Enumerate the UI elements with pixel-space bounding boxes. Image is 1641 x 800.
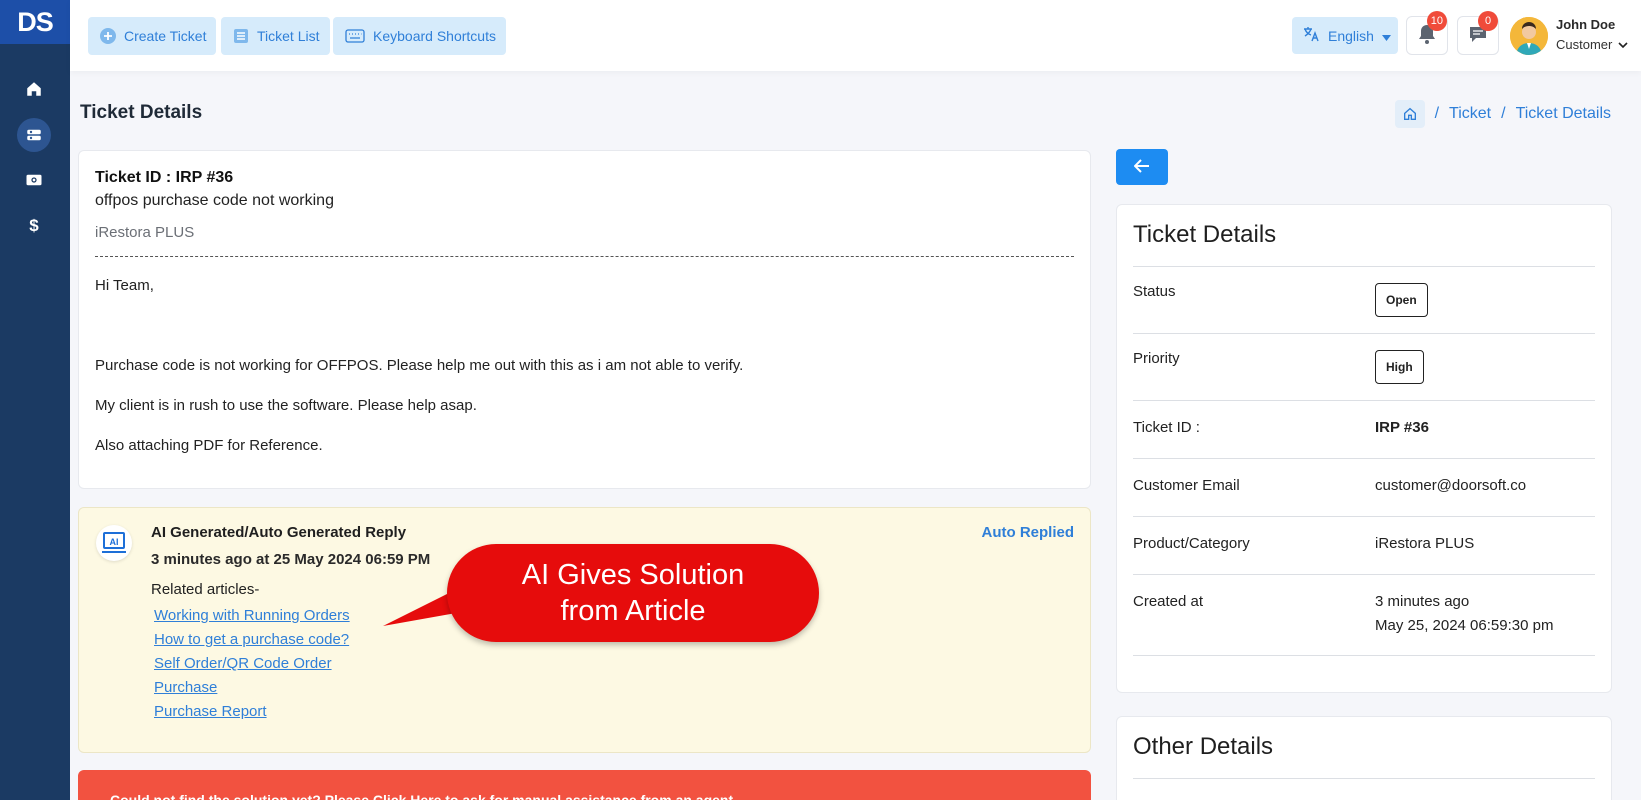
ai-icon-text: AI xyxy=(110,537,119,547)
auto-replied-status: Auto Replied xyxy=(981,524,1075,541)
list-icon xyxy=(233,28,249,44)
customer-email-label: Customer Email xyxy=(1133,477,1240,494)
topbar: Create Ticket Ticket List Keyboard Short… xyxy=(70,0,1641,71)
related-articles-list: Working with Running Orders How to get a… xyxy=(154,604,350,724)
create-ticket-label: Create Ticket xyxy=(124,28,207,44)
keyboard-icon xyxy=(345,28,365,44)
chevron-down-icon xyxy=(1618,37,1628,52)
article-link[interactable]: Working with Running Orders xyxy=(154,604,350,628)
breadcrumb: / Ticket / Ticket Details xyxy=(1394,100,1611,128)
messages-button[interactable]: 0 xyxy=(1457,11,1499,55)
sidebar: DS $ xyxy=(0,0,70,800)
page-title: Ticket Details xyxy=(80,102,203,123)
status-label: Status xyxy=(1133,283,1176,300)
billing-nav-icon[interactable]: $ xyxy=(17,209,51,243)
priority-row: Priority High xyxy=(1133,334,1595,401)
ticket-id-label: Ticket ID : xyxy=(1133,419,1200,436)
related-articles-label: Related articles- xyxy=(151,581,260,598)
keyboard-shortcuts-button[interactable]: Keyboard Shortcuts xyxy=(333,17,506,55)
article-link[interactable]: Purchase Report xyxy=(154,700,350,724)
ticket-id-row: Ticket ID : IRP #36 xyxy=(1133,401,1595,459)
avatar[interactable] xyxy=(1510,17,1548,55)
product-label: Product/Category xyxy=(1133,535,1250,552)
ticket-body-line: Purchase code is not working for OFFPOS.… xyxy=(95,357,744,374)
tickets-nav-icon[interactable] xyxy=(17,118,51,152)
created-row: Created at 3 minutes ago May 25, 2024 06… xyxy=(1133,575,1595,656)
divider xyxy=(95,256,1074,257)
user-role: Customer xyxy=(1556,37,1613,52)
details-title: Ticket Details xyxy=(1133,205,1595,267)
created-value: May 25, 2024 06:59:30 pm xyxy=(1375,617,1554,634)
payments-nav-icon[interactable] xyxy=(17,163,51,197)
caret-down-icon xyxy=(1381,28,1391,44)
customer-email-row: Customer Email customer@doorsoft.co xyxy=(1133,459,1595,517)
other-details-title: Other Details xyxy=(1133,717,1595,779)
messages-badge: 0 xyxy=(1478,11,1498,31)
ai-reply-title: AI Generated/Auto Generated Reply xyxy=(151,524,407,541)
article-link[interactable]: Purchase xyxy=(154,676,350,700)
ticket-details-card: Ticket Details Status Open Priority High… xyxy=(1116,204,1612,693)
user-menu-toggle[interactable]: Customer xyxy=(1556,37,1628,52)
callout-line: from Article xyxy=(560,595,706,627)
created-relative: 3 minutes ago xyxy=(1375,593,1470,610)
app-logo[interactable]: DS xyxy=(0,0,70,44)
home-nav-icon[interactable] xyxy=(17,72,51,106)
ticket-id: Ticket ID : IRP #36 xyxy=(95,169,234,186)
status-row: Status Open xyxy=(1133,267,1595,334)
manual-assistance-bar[interactable]: Could not find the solution yet? Please … xyxy=(78,770,1091,800)
ticket-product: iRestora PLUS xyxy=(95,224,195,241)
ticket-subject: offpos purchase code not working xyxy=(95,192,334,209)
translate-icon xyxy=(1302,25,1320,46)
home-icon[interactable] xyxy=(1394,100,1425,128)
ticket-body-line: Hi Team, xyxy=(95,277,154,294)
article-link[interactable]: How to get a purchase code? xyxy=(154,628,350,652)
ticket-list-label: Ticket List xyxy=(257,28,320,44)
breadcrumb-ticket[interactable]: Ticket xyxy=(1449,105,1491,123)
customer-email-value: customer@doorsoft.co xyxy=(1375,477,1527,494)
ticket-list-button[interactable]: Ticket List xyxy=(221,17,330,55)
callout-line: AI Gives Solution xyxy=(521,559,745,591)
ticket-body-line: Also attaching PDF for Reference. xyxy=(95,437,323,454)
breadcrumb-separator: / xyxy=(1434,105,1440,122)
breadcrumb-separator: / xyxy=(1501,105,1506,122)
priority-label: Priority xyxy=(1133,350,1180,367)
product-row: Product/Category iRestora PLUS xyxy=(1133,517,1595,575)
ai-icon: AI xyxy=(96,525,132,561)
status-badge: Open xyxy=(1375,283,1428,317)
ticket-body-line: My client is in rush to use the software… xyxy=(95,397,477,414)
product-value: iRestora PLUS xyxy=(1375,535,1475,552)
notifications-badge: 10 xyxy=(1426,11,1447,31)
ticket-card: Ticket ID : IRP #36 offpos purchase code… xyxy=(78,150,1091,489)
language-label: English xyxy=(1328,27,1374,44)
language-selector[interactable]: English xyxy=(1292,17,1398,54)
ai-reply-time: 3 minutes ago at 25 May 2024 06:59 PM xyxy=(151,551,431,568)
back-button[interactable] xyxy=(1116,149,1168,185)
created-label: Created at xyxy=(1133,593,1204,610)
plus-circle-icon xyxy=(100,28,116,44)
article-link[interactable]: Self Order/QR Code Order xyxy=(154,652,350,676)
user-name[interactable]: John Doe xyxy=(1556,17,1615,32)
arrow-left-icon xyxy=(1133,158,1150,177)
create-ticket-button[interactable]: Create Ticket xyxy=(88,17,217,55)
notifications-button[interactable]: 10 xyxy=(1406,11,1448,55)
ticket-id-value: IRP #36 xyxy=(1375,419,1429,436)
breadcrumb-ticket-details: Ticket Details xyxy=(1515,105,1611,122)
other-details-card: Other Details xyxy=(1116,716,1612,800)
keyboard-shortcuts-label: Keyboard Shortcuts xyxy=(373,28,496,44)
priority-badge: High xyxy=(1375,350,1424,384)
callout-annotation: AI Gives Solution from Article xyxy=(447,544,819,642)
